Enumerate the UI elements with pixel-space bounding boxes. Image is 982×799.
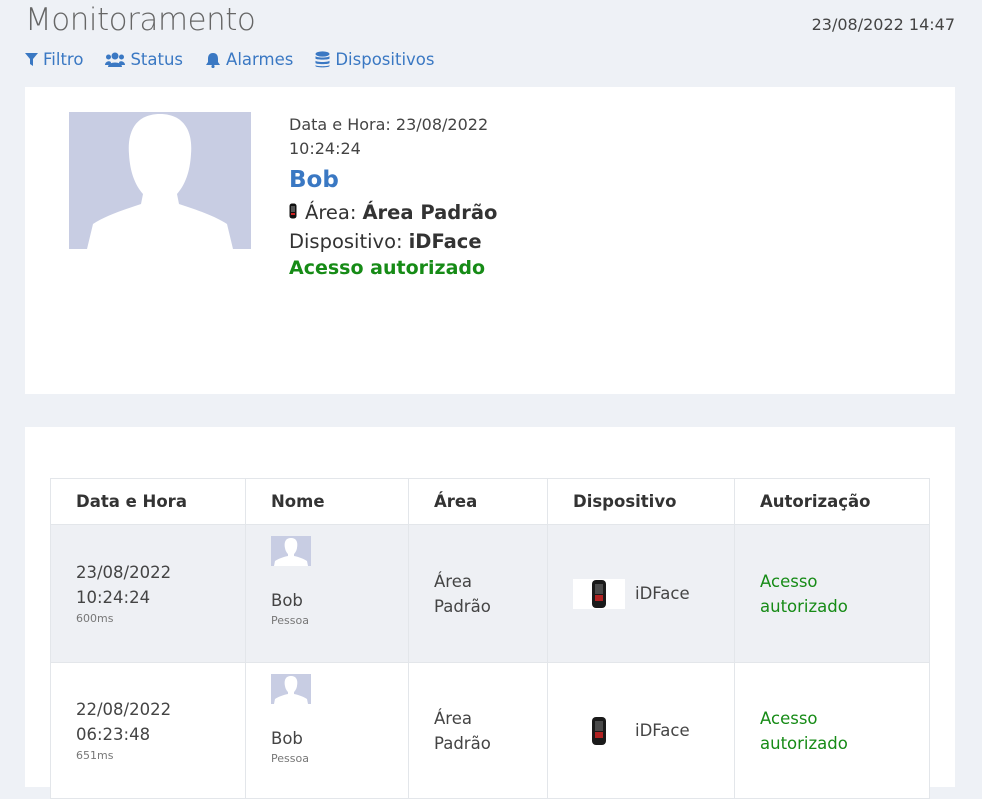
device-small-icon <box>289 201 297 224</box>
row-device: iDFace <box>635 584 690 603</box>
row-area-line1: Área <box>434 571 472 591</box>
row-type: Pessoa <box>271 614 309 627</box>
row-area-line1: Área <box>434 708 472 728</box>
area-label: Área: <box>305 201 357 224</box>
cell-datetime: 22/08/2022 06:23:48 651ms <box>50 662 246 799</box>
access-time: 10:24:24 <box>289 139 361 158</box>
cell-auth: Acesso autorizado <box>734 524 930 663</box>
avatar-placeholder-icon <box>69 112 251 249</box>
device-value: iDFace <box>408 230 482 253</box>
row-auth-line1: Acesso <box>760 708 818 728</box>
row-time: 06:23:48 <box>76 724 151 744</box>
bell-icon <box>205 52 221 68</box>
row-name: Bob <box>271 729 303 748</box>
row-date: 22/08/2022 <box>76 699 172 719</box>
row-area-line2: Padrão <box>434 596 491 616</box>
row-auth-line2: autorizado <box>760 733 848 753</box>
cell-datetime: 23/08/2022 10:24:24 600ms <box>50 524 246 663</box>
row-latency: 600ms <box>76 611 114 625</box>
row-latency: 651ms <box>76 748 114 762</box>
area-value: Área Padrão <box>362 201 498 224</box>
devices-button[interactable]: Dispositivos <box>315 50 435 69</box>
col-auth-header: Autorização <box>734 478 930 525</box>
col-area-header: Área <box>408 478 548 525</box>
person-name: Bob <box>289 167 339 193</box>
device-row: Dispositivo: iDFace <box>289 230 529 253</box>
person-photo <box>69 112 251 249</box>
access-datetime: Data e Hora: 23/08/2022 <box>289 115 489 134</box>
row-device: iDFace <box>635 721 690 740</box>
status-button[interactable]: Status <box>105 50 183 69</box>
col-datetime-header: Data e Hora <box>76 492 187 511</box>
row-name: Bob <box>271 591 303 610</box>
cell-area: Área Padrão <box>408 662 548 799</box>
row-auth-line1: Acesso <box>760 571 818 591</box>
history-card: Data e Hora Nome Área Dispositivo Autori… <box>25 427 955 799</box>
alarms-button[interactable]: Alarmes <box>205 50 293 69</box>
toolbar: Filtro Status Alarmes Dispositivos <box>25 50 435 69</box>
col-device-header: Dispositivo <box>547 478 735 525</box>
access-history-table: Data e Hora Nome Área Dispositivo Autori… <box>50 478 930 799</box>
person-thumb-icon <box>271 674 311 704</box>
status-label: Status <box>130 50 184 69</box>
row-auth-line2: autorizado <box>760 596 848 616</box>
filter-button[interactable]: Filtro <box>25 50 83 69</box>
cell-name: Bob Pessoa <box>245 524 409 663</box>
filter-label: Filtro <box>43 50 84 69</box>
database-icon <box>315 51 330 68</box>
devices-label: Dispositivos <box>335 50 435 69</box>
col-name-header: Nome <box>245 478 409 525</box>
area-row: Área: Área Padrão <box>289 201 529 224</box>
row-date: 23/08/2022 <box>76 562 172 582</box>
row-area-line2: Padrão <box>434 733 491 753</box>
person-thumb-icon <box>271 536 311 566</box>
cell-auth: Acesso autorizado <box>734 662 930 799</box>
latest-access-card: Data e Hora: 23/08/2022 10:24:24 Bob Áre… <box>25 87 955 394</box>
cell-device: iDFace <box>547 662 735 799</box>
row-type: Pessoa <box>271 752 309 765</box>
filter-icon <box>25 52 38 67</box>
alarms-label: Alarmes <box>226 50 294 69</box>
device-image-icon <box>573 578 625 609</box>
current-datetime: 23/08/2022 14:47 <box>811 15 955 34</box>
cell-area: Área Padrão <box>408 524 548 663</box>
access-status: Acesso autorizado <box>289 257 486 279</box>
cell-name: Bob Pessoa <box>245 662 409 799</box>
table-row[interactable]: 22/08/2022 06:23:48 651ms Bob Pessoa Áre… <box>50 662 930 799</box>
cell-device: iDFace <box>547 524 735 663</box>
users-icon <box>105 52 126 67</box>
device-label: Dispositivo: <box>289 230 403 253</box>
table-row[interactable]: 23/08/2022 10:24:24 600ms Bob Pessoa Áre… <box>50 524 930 663</box>
row-time: 10:24:24 <box>76 587 151 607</box>
device-image-icon <box>573 716 625 746</box>
page-title: Monitoramento <box>25 2 256 38</box>
table-header-row: Data e Hora Nome Área Dispositivo Autori… <box>51 478 930 525</box>
